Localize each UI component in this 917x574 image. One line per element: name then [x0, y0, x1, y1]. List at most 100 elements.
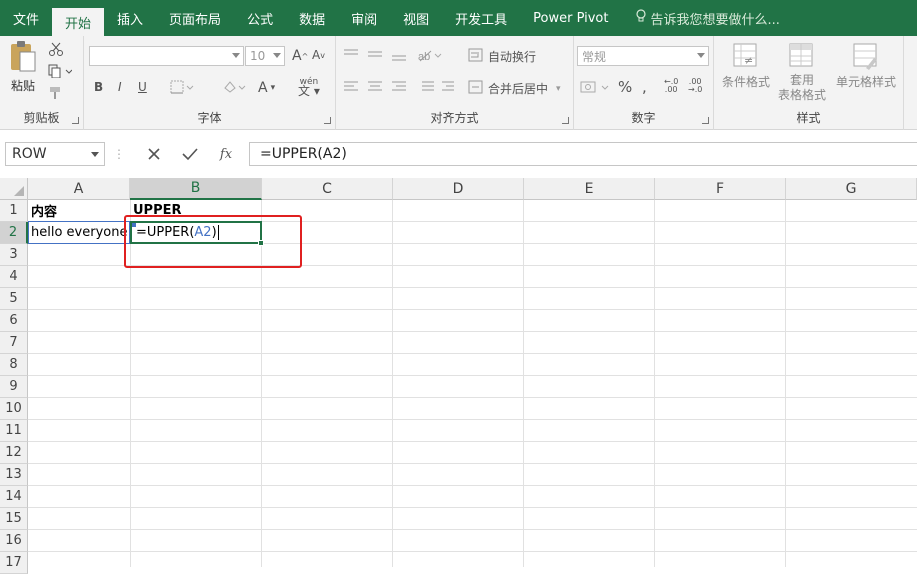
tab-view[interactable]: 视图 — [390, 0, 442, 36]
number-label: 数字 — [631, 111, 656, 125]
grow-font-icon[interactable]: A ^ — [292, 48, 308, 64]
paste-label: 粘贴 — [10, 79, 35, 93]
align-top-icon[interactable] — [344, 48, 416, 62]
column-header-f[interactable]: F — [655, 178, 786, 200]
insert-function-button[interactable]: fx — [212, 142, 240, 166]
borders-icon[interactable] — [170, 80, 194, 94]
row-header-3[interactable]: 3 — [0, 244, 28, 266]
comma-style-icon[interactable]: , — [642, 78, 647, 96]
tell-me-text: 告诉我您想要做什么... — [650, 12, 780, 28]
shrink-font-icon[interactable]: Av — [312, 48, 325, 62]
select-all-button[interactable] — [0, 178, 28, 200]
wrap-text-label: 自动换行 — [488, 50, 537, 64]
tab-home[interactable]: 开始 — [52, 8, 105, 36]
column-header-e[interactable]: E — [524, 178, 655, 200]
phonetic-icon[interactable]: wén 文 ▾ — [298, 78, 320, 98]
align-horizontal-icon[interactable] — [344, 80, 416, 94]
row-header-11[interactable]: 11 — [0, 420, 28, 442]
conditional-formatting-button[interactable]: ≠ 条件格式 — [718, 42, 774, 90]
formula-input[interactable]: =UPPER(A2) — [249, 142, 917, 166]
row-header-12[interactable]: 12 — [0, 442, 28, 464]
row-header-16[interactable]: 16 — [0, 530, 28, 552]
tab-data[interactable]: 数据 — [286, 0, 338, 36]
tab-review[interactable]: 审阅 — [338, 0, 390, 36]
gridline — [28, 397, 917, 398]
gridline — [28, 551, 917, 552]
row-header-8[interactable]: 8 — [0, 354, 28, 376]
column-header-b[interactable]: B — [130, 178, 262, 200]
row-header-6[interactable]: 6 — [0, 310, 28, 332]
worksheet-grid[interactable]: A B C D E F G 1 2 3 4 5 6 7 8 9 10 11 12… — [0, 178, 917, 574]
enter-check-icon[interactable] — [176, 142, 204, 166]
gridline — [28, 353, 917, 354]
format-as-table-label: 套用 表格格式 — [777, 73, 826, 102]
row-header-1[interactable]: 1 — [0, 200, 28, 222]
gridline — [654, 200, 655, 567]
cell-a1[interactable]: 内容 — [28, 199, 130, 221]
row-header-17[interactable]: 17 — [0, 552, 28, 574]
format-painter-icon[interactable] — [48, 86, 64, 100]
number-launcher-icon[interactable] — [702, 117, 709, 124]
row-header-14[interactable]: 14 — [0, 486, 28, 508]
bold-button[interactable]: B — [94, 80, 103, 94]
reference-highlight-a2 — [28, 221, 130, 244]
indent-icon[interactable] — [418, 80, 458, 94]
row-header-5[interactable]: 5 — [0, 288, 28, 310]
tab-insert[interactable]: 插入 — [104, 0, 156, 36]
increase-decimal-icon[interactable]: ←.0.00 — [664, 78, 678, 94]
tab-page-layout[interactable]: 页面布局 — [156, 0, 234, 36]
number-format-select[interactable]: 常规 — [577, 46, 709, 66]
tab-formulas[interactable]: 公式 — [234, 0, 286, 36]
underline-button[interactable]: U — [138, 80, 147, 94]
row-header-13[interactable]: 13 — [0, 464, 28, 486]
font-size-value: 10 — [250, 49, 266, 63]
column-header-d[interactable]: D — [393, 178, 524, 200]
cell-styles-label: 单元格样式 — [835, 75, 896, 89]
cut-icon[interactable] — [48, 42, 64, 56]
alignment-launcher-icon[interactable] — [562, 117, 569, 124]
format-as-table-button[interactable]: 套用 表格格式 — [772, 42, 832, 103]
cancel-icon[interactable] — [140, 142, 168, 166]
font-size-select[interactable]: 10 — [245, 46, 285, 66]
column-header-g[interactable]: G — [786, 178, 917, 200]
row-header-4[interactable]: 4 — [0, 266, 28, 288]
tell-me-box[interactable]: 告诉我您想要做什么... — [622, 0, 793, 36]
wrap-text-button[interactable]: 自动换行 — [468, 48, 536, 65]
alignment-group: ab 自动换行 合并后居中 ▾ 对齐方式 — [336, 36, 574, 130]
copy-icon[interactable] — [48, 64, 72, 78]
orientation-icon[interactable]: ab — [418, 48, 442, 62]
cell-styles-button[interactable]: 单元格样式 — [832, 42, 900, 90]
alignment-label: 对齐方式 — [430, 111, 479, 125]
row-header-2[interactable]: 2 — [0, 222, 28, 244]
row-header-15[interactable]: 15 — [0, 508, 28, 530]
font-color-icon[interactable]: A ▾ — [258, 80, 275, 96]
column-header-c[interactable]: C — [262, 178, 393, 200]
currency-icon[interactable] — [580, 80, 614, 94]
row-header-9[interactable]: 9 — [0, 376, 28, 398]
gridline — [28, 309, 917, 310]
cell-styles-icon — [852, 42, 880, 73]
tab-file[interactable]: 文件 — [0, 0, 52, 36]
gridline — [28, 463, 917, 464]
tab-developer[interactable]: 开发工具 — [442, 0, 520, 36]
column-header-a[interactable]: A — [28, 178, 130, 200]
decrease-decimal-icon[interactable]: .00 →.0 — [688, 78, 702, 94]
formula-bar: ROW ⋮ fx =UPPER(A2) — [0, 130, 917, 178]
fill-color-icon[interactable] — [222, 80, 246, 94]
italic-button[interactable]: I — [118, 80, 122, 94]
row-header-7[interactable]: 7 — [0, 332, 28, 354]
font-launcher-icon[interactable] — [324, 117, 331, 124]
merge-center-button[interactable]: 合并后居中 ▾ — [468, 80, 561, 97]
font-name-select[interactable] — [89, 46, 244, 66]
gridline — [523, 200, 524, 567]
name-box[interactable]: ROW — [5, 142, 105, 166]
gridline — [28, 507, 917, 508]
tab-power-pivot[interactable]: Power Pivot — [520, 0, 621, 36]
clipboard-launcher-icon[interactable] — [72, 117, 79, 124]
row-header-10[interactable]: 10 — [0, 398, 28, 420]
gridline — [28, 375, 917, 376]
paste-icon — [8, 40, 38, 77]
percent-button[interactable]: % — [618, 78, 632, 96]
paste-button[interactable]: 粘贴 — [8, 40, 38, 94]
format-as-table-icon — [788, 42, 816, 73]
